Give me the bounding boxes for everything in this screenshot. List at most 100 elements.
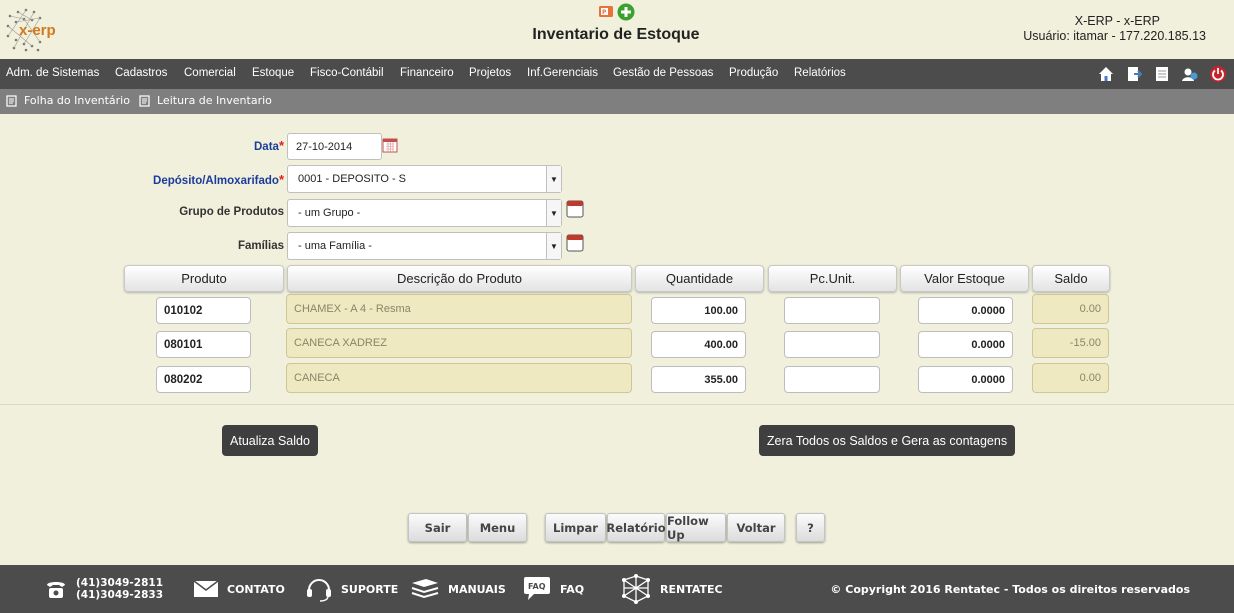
suporte-label: SUPORTE bbox=[341, 582, 399, 596]
atualiza-saldo-button[interactable]: Atualiza Saldo bbox=[222, 425, 318, 456]
descricao-field: CANECA XADREZ bbox=[286, 328, 632, 358]
valor-estoque-input[interactable]: 0.0000 bbox=[918, 366, 1013, 393]
grupo-lookup-icon[interactable] bbox=[566, 200, 584, 218]
faq-icon: FAQ bbox=[524, 577, 550, 600]
menu-adm-sistemas[interactable]: Adm. de Sistemas bbox=[6, 67, 99, 79]
menu-fisco-contabil[interactable]: Fisco-Contábil bbox=[310, 67, 384, 79]
system-info: X-ERP - x-ERP Usuário: itamar - 177.220.… bbox=[1023, 14, 1206, 44]
relatorio-button[interactable]: Relatório bbox=[606, 513, 666, 542]
divider bbox=[0, 404, 1234, 405]
column-header-descricao: Descrição do Produto bbox=[287, 265, 632, 292]
familias-select[interactable]: - uma Família - ▼ bbox=[287, 232, 562, 260]
mail-icon bbox=[193, 580, 219, 597]
familias-value: - uma Família - bbox=[298, 240, 372, 252]
users-icon[interactable] bbox=[1180, 64, 1200, 84]
column-header-saldo: Saldo bbox=[1032, 265, 1110, 292]
phone-2: (41)3049-2833 bbox=[76, 589, 164, 601]
footer-phones: (41)3049-2811 (41)3049-2833 bbox=[44, 565, 163, 613]
zera-saldos-button[interactable]: Zera Todos os Saldos e Gera as contagens bbox=[759, 425, 1015, 456]
data-label: Data* bbox=[254, 138, 284, 153]
menu-comercial[interactable]: Comercial bbox=[184, 67, 236, 79]
faq-label: FAQ bbox=[560, 582, 585, 596]
submenu-folha-inventario[interactable]: Folha do Inventário bbox=[6, 94, 130, 107]
quantidade-input[interactable]: 400.00 bbox=[651, 331, 746, 358]
column-header-valor-estoque: Valor Estoque bbox=[900, 265, 1029, 292]
produto-input[interactable]: 010102 bbox=[156, 297, 251, 324]
rentatec-label: RENTATEC bbox=[660, 582, 723, 596]
books-icon bbox=[411, 579, 439, 599]
pc-unit-input[interactable] bbox=[784, 297, 880, 324]
manuais-label: MANUAIS bbox=[448, 582, 506, 596]
faq-icon-text: FAQ bbox=[528, 582, 546, 591]
menu-projetos[interactable]: Projetos bbox=[469, 67, 511, 79]
footer-manuais[interactable]: MANUAIS bbox=[410, 565, 506, 613]
chevron-down-icon: ▼ bbox=[546, 166, 561, 192]
familias-label: Famílias bbox=[237, 240, 284, 252]
menu-cadastros[interactable]: Cadastros bbox=[115, 67, 167, 79]
pc-unit-input[interactable] bbox=[784, 331, 880, 358]
add-icon[interactable] bbox=[617, 3, 635, 21]
sheet-icon bbox=[6, 94, 17, 107]
pc-unit-input[interactable] bbox=[784, 366, 880, 393]
menu-tools bbox=[1096, 64, 1228, 84]
footer-suporte[interactable]: SUPORTE bbox=[305, 565, 398, 613]
quantidade-input[interactable]: 100.00 bbox=[651, 297, 746, 324]
descricao-field: CHAMEX - A 4 - Resma bbox=[286, 294, 632, 324]
menu-inf-gerenciais[interactable]: Inf.Gerenciais bbox=[527, 67, 598, 79]
column-header-pc-unit: Pc.Unit. bbox=[768, 265, 897, 292]
menu-financeiro[interactable]: Financeiro bbox=[400, 67, 454, 79]
column-header-produto: Produto bbox=[124, 265, 284, 292]
home-icon[interactable] bbox=[1096, 64, 1116, 84]
menu-gestao-pessoas[interactable]: Gestão de Pessoas bbox=[613, 67, 713, 79]
powerpoint-icon[interactable]: P bbox=[598, 3, 614, 19]
submenu-leitura-label: Leitura de Inventario bbox=[157, 94, 272, 107]
sub-menu-bar: Folha do Inventário Leitura de Inventari… bbox=[0, 89, 1234, 114]
sair-button[interactable]: Sair bbox=[408, 513, 467, 542]
valor-estoque-input[interactable]: 0.0000 bbox=[918, 331, 1013, 358]
saldo-field: -15.00 bbox=[1032, 328, 1109, 358]
footer-contato[interactable]: CONTATO bbox=[193, 565, 285, 613]
network-logo-icon bbox=[622, 574, 650, 604]
data-value: 27-10-2014 bbox=[296, 140, 353, 153]
voltar-button[interactable]: Voltar bbox=[727, 513, 785, 542]
menu-button[interactable]: Menu bbox=[468, 513, 527, 542]
power-icon[interactable] bbox=[1208, 64, 1228, 84]
follow-up-button[interactable]: Follow Up bbox=[666, 513, 726, 542]
quantidade-input[interactable]: 355.00 bbox=[651, 366, 746, 393]
sheet-icon bbox=[139, 94, 150, 107]
footer-rentatec[interactable]: RENTATEC bbox=[620, 565, 723, 613]
headset-icon bbox=[307, 579, 331, 602]
phone-1: (41)3049-2811 bbox=[76, 577, 164, 589]
deposito-select[interactable]: 0001 - DEPOSITO - S ▼ bbox=[287, 165, 562, 193]
required-mark: * bbox=[278, 172, 284, 187]
calendar-icon[interactable] bbox=[382, 137, 398, 153]
document-icon[interactable] bbox=[1152, 64, 1172, 84]
phone-numbers: (41)3049-2811 (41)3049-2833 bbox=[76, 577, 163, 601]
produto-input[interactable]: 080202 bbox=[156, 366, 251, 393]
deposito-label-text: Depósito/Almoxarifado bbox=[153, 175, 279, 187]
menu-relatorios[interactable]: Relatórios bbox=[794, 67, 846, 79]
system-name: X-ERP - x-ERP bbox=[1074, 14, 1160, 28]
export-icon[interactable] bbox=[1124, 64, 1144, 84]
limpar-button[interactable]: Limpar bbox=[545, 513, 606, 542]
chevron-down-icon: ▼ bbox=[546, 200, 561, 226]
grupo-label: Grupo de Produtos bbox=[179, 206, 284, 218]
copyright: © Copyright 2016 Rentatec - Todos os dir… bbox=[830, 583, 1190, 596]
submenu-leitura-inventario[interactable]: Leitura de Inventario bbox=[139, 94, 272, 107]
help-button[interactable]: ? bbox=[796, 513, 825, 542]
grupo-select[interactable]: - um Grupo - ▼ bbox=[287, 199, 562, 227]
familias-lookup-icon[interactable] bbox=[566, 234, 584, 252]
produto-input[interactable]: 080101 bbox=[156, 331, 251, 358]
phone-icon bbox=[47, 582, 65, 598]
saldo-field: 0.00 bbox=[1032, 363, 1109, 393]
menu-estoque[interactable]: Estoque bbox=[252, 67, 294, 79]
valor-estoque-input[interactable]: 0.0000 bbox=[918, 297, 1013, 324]
submenu-folha-label: Folha do Inventário bbox=[24, 94, 130, 107]
required-mark: * bbox=[278, 138, 284, 153]
data-input[interactable]: 27-10-2014 bbox=[287, 133, 382, 160]
contato-label: CONTATO bbox=[227, 582, 285, 596]
deposito-value: 0001 - DEPOSITO - S bbox=[298, 173, 407, 185]
saldo-field: 0.00 bbox=[1032, 294, 1109, 324]
footer-faq[interactable]: FAQ FAQ bbox=[522, 565, 584, 613]
menu-producao[interactable]: Produção bbox=[729, 67, 778, 79]
